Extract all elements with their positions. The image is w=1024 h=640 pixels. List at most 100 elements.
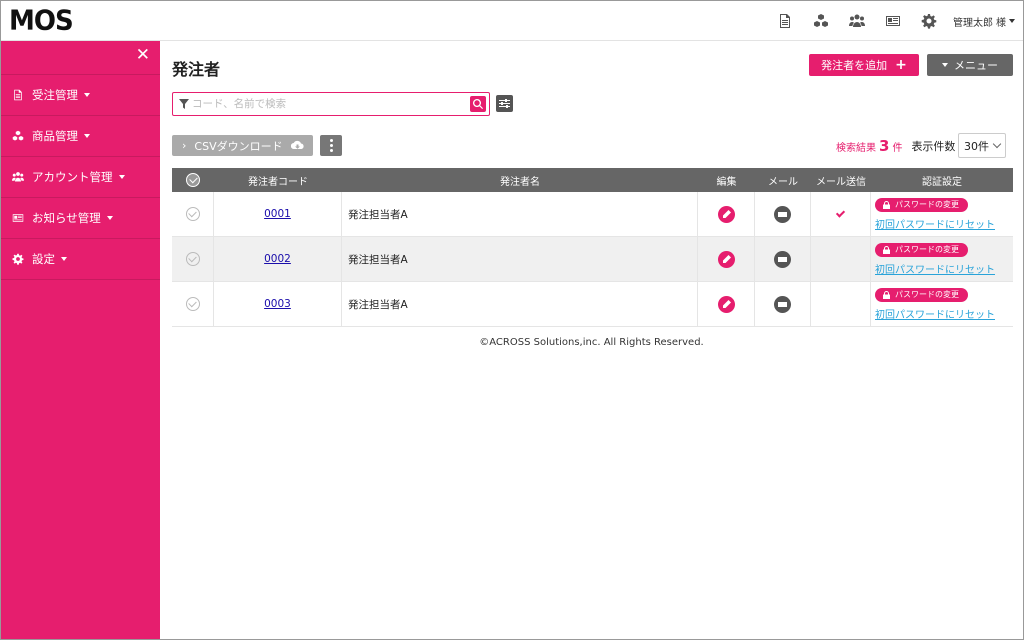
envelope-icon (778, 256, 787, 262)
sidebar-item-accounts[interactable]: アカウント管理 (1, 157, 160, 198)
chevron-down-icon (1009, 19, 1015, 23)
table-row: 0002 発注担当者A パスワードの変更 初回パスワードにリセット (172, 237, 1013, 282)
top-bar: MOS 管理太郎 様 (1, 1, 1023, 41)
table-header: 発注者コード 発注者名 編集 メール メール送信 認証設定 (172, 168, 1013, 192)
advanced-search-button[interactable] (496, 95, 513, 112)
document-icon[interactable] (767, 1, 803, 41)
mail-cell (755, 192, 811, 236)
chevron-down-icon (61, 257, 67, 261)
sidebar-item-label: 設定 (32, 252, 55, 266)
sidebar-item-orders[interactable]: 受注管理 (1, 75, 160, 116)
row-checkbox[interactable] (185, 207, 200, 221)
page-title: 発注者 (172, 60, 221, 79)
edit-icon (722, 209, 731, 218)
header-code[interactable]: 発注者コード (214, 168, 342, 192)
change-password-button[interactable]: パスワードの変更 (875, 287, 968, 302)
header-name[interactable]: 発注者名 (342, 168, 698, 192)
chevron-down-icon (84, 134, 90, 138)
search-input[interactable] (192, 96, 462, 112)
close-icon[interactable]: ✕ (136, 47, 150, 64)
code-cell: 0001 (214, 192, 342, 236)
top-icon-bar: 管理太郎 様 (767, 1, 1015, 41)
row-checkbox[interactable] (185, 252, 200, 266)
change-password-button[interactable]: パスワードの変更 (875, 197, 968, 212)
document-icon (14, 89, 22, 101)
more-options-button[interactable] (320, 135, 342, 156)
add-orderer-button[interactable]: 発注者を追加 + (809, 54, 919, 76)
per-page-value: 30件 (964, 139, 989, 153)
row-select-cell (172, 237, 214, 281)
boxes-icon[interactable] (803, 1, 839, 41)
search-box (172, 92, 490, 116)
mail-sent-cell (811, 282, 871, 326)
reset-password-link[interactable]: 初回パスワードにリセット (875, 306, 995, 321)
check-icon (835, 207, 846, 218)
sidebar-item-news[interactable]: お知らせ管理 (1, 198, 160, 239)
csv-download-label: CSVダウンロード (194, 139, 283, 153)
edit-cell (698, 237, 755, 281)
edit-button[interactable] (717, 250, 735, 268)
chevron-down-icon (118, 175, 125, 179)
orderer-table: 発注者コード 発注者名 編集 メール メール送信 認証設定 0001 発注担当者… (172, 168, 1013, 327)
orderer-code-link[interactable]: 0003 (264, 298, 291, 310)
edit-cell (698, 282, 755, 326)
user-name: 管理太郎 (953, 17, 993, 29)
select-all-checkbox[interactable] (186, 173, 200, 187)
per-page-select[interactable]: 30件 (958, 133, 1006, 158)
auth-cell: パスワードの変更 初回パスワードにリセット (871, 282, 1013, 326)
users-icon[interactable] (839, 1, 875, 41)
add-orderer-label: 発注者を追加 (821, 59, 888, 72)
edit-cell (698, 192, 755, 236)
search-icon (473, 99, 483, 109)
change-password-label: パスワードの変更 (895, 200, 959, 209)
lock-icon (883, 290, 890, 299)
sidebar-item-label: お知らせ管理 (32, 211, 101, 225)
csv-download-button[interactable]: › CSVダウンロード (172, 135, 313, 156)
edit-button[interactable] (717, 205, 735, 223)
chevron-down-icon (942, 63, 948, 67)
sidebar-item-settings[interactable]: 設定 (1, 239, 160, 280)
change-password-button[interactable]: パスワードの変更 (875, 242, 968, 257)
kebab-dot (329, 139, 333, 142)
code-cell: 0003 (214, 282, 342, 326)
chevron-down-icon (106, 216, 113, 220)
name-cell: 発注担当者A (342, 192, 698, 236)
news-icon[interactable] (875, 1, 911, 41)
orderer-code-link[interactable]: 0002 (264, 253, 291, 265)
menu-button[interactable]: メニュー (927, 54, 1013, 76)
envelope-icon (778, 211, 787, 217)
header-edit: 編集 (716, 176, 737, 188)
kebab-dot (329, 144, 333, 147)
mail-sent-cell (811, 192, 871, 236)
gear-icon[interactable] (911, 1, 947, 41)
copyright-footer: ©ACROSS Solutions,inc. All Rights Reserv… (479, 337, 704, 348)
orderer-code-link[interactable]: 0001 (264, 208, 291, 220)
lock-icon (883, 245, 890, 254)
mail-button[interactable] (774, 295, 791, 313)
mail-button[interactable] (774, 250, 791, 268)
mail-button[interactable] (774, 205, 791, 223)
gear-icon (12, 253, 24, 265)
filter-icon (179, 99, 189, 109)
sidebar-item-label: 受注管理 (32, 88, 78, 102)
result-label: 検索結果 (836, 142, 876, 154)
reset-password-link[interactable]: 初回パスワードにリセット (875, 261, 995, 276)
reset-password-link[interactable]: 初回パスワードにリセット (875, 216, 995, 231)
change-password-label: パスワードの変更 (895, 245, 959, 254)
mail-sent-cell (811, 237, 871, 281)
search-button[interactable] (470, 96, 486, 112)
user-menu[interactable]: 管理太郎 様 (953, 14, 1015, 29)
app-logo[interactable]: MOS (9, 5, 74, 37)
table-row: 0001 発注担当者A パスワードの変更 初回パスワードにリセット (172, 192, 1013, 237)
table-row: 0003 発注担当者A パスワードの変更 初回パスワードにリセット (172, 282, 1013, 327)
header-mail: メール (768, 176, 798, 188)
sidebar-item-products[interactable]: 商品管理 (1, 116, 160, 157)
row-checkbox[interactable] (185, 297, 200, 311)
edit-button[interactable] (717, 295, 735, 313)
mail-cell (755, 237, 811, 281)
sidebar-item-label: アカウント管理 (32, 170, 113, 184)
result-count: 3 (879, 137, 890, 155)
row-select-cell (172, 282, 214, 326)
menu-label: メニュー (954, 59, 998, 72)
sliders-icon (499, 99, 510, 108)
